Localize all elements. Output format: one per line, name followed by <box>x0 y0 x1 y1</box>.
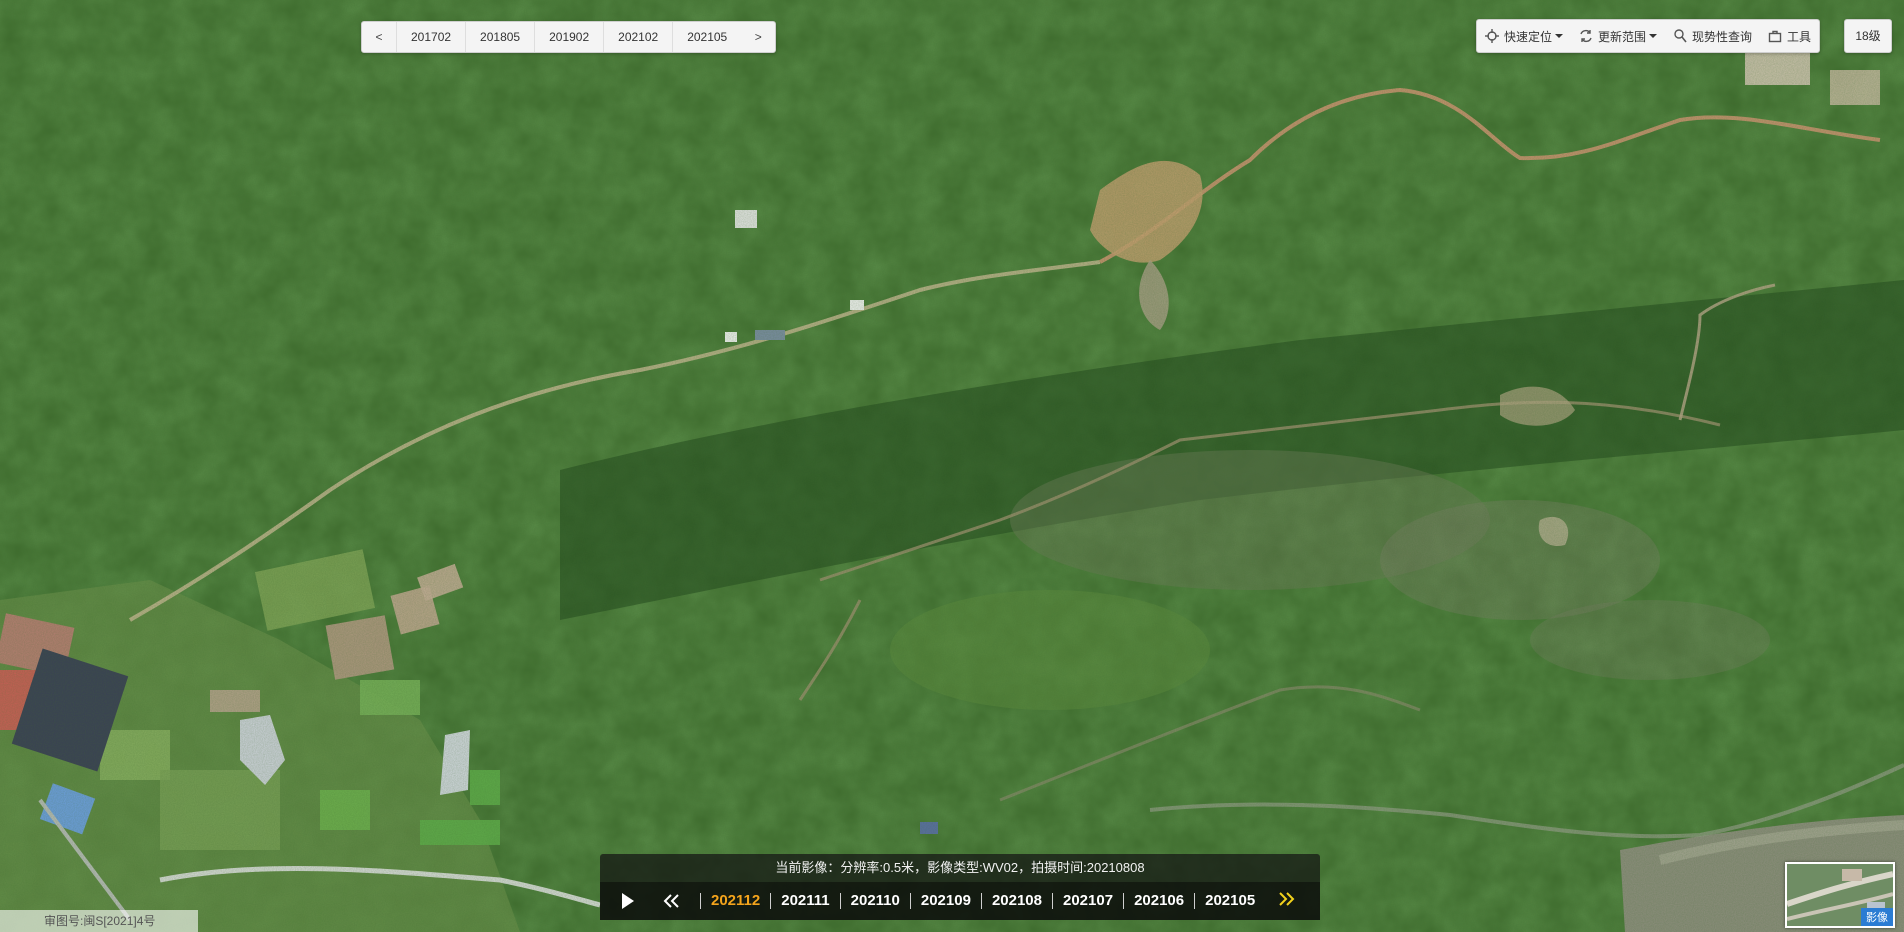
timeline-list: 202112 202111 202110 202109 202108 20210… <box>700 893 1260 909</box>
layer-switch-minimap[interactable]: 影像 <box>1785 862 1895 928</box>
historical-date-bar: < 201702 201805 201902 202102 202105 > <box>361 21 777 53</box>
update-range-label: 更新范围 <box>1598 29 1647 44</box>
image-timeline: 202112 202111 202110 202109 202108 20210… <box>600 882 1320 920</box>
timeline-item-active[interactable]: 202112 <box>700 893 770 909</box>
date-item[interactable]: 202102 <box>603 22 672 52</box>
refresh-icon <box>1580 29 1592 43</box>
chevron-down-icon <box>1649 34 1658 38</box>
timeline-item[interactable]: 202108 <box>980 893 1052 909</box>
minimap-label: 影像 <box>1861 908 1893 926</box>
zoom-level-badge: 18级 <box>1844 19 1892 53</box>
double-chevron-right-icon[interactable] <box>1274 891 1298 907</box>
chevron-down-icon <box>1555 34 1564 38</box>
date-next-button[interactable]: > <box>741 30 775 44</box>
play-icon[interactable] <box>618 892 638 910</box>
tools-label: 工具 <box>1787 29 1812 44</box>
date-prev-button[interactable]: < <box>362 30 396 44</box>
timeline-item[interactable]: 202110 <box>839 893 910 909</box>
date-item[interactable]: 201902 <box>534 22 603 52</box>
map-approval-number: 审图号:闽S[2021]4号 <box>0 910 198 932</box>
timeline-item[interactable]: 202105 <box>1194 893 1260 909</box>
current-query-label: 现势性查询 <box>1692 29 1753 44</box>
date-item[interactable]: 201702 <box>396 22 465 52</box>
tools-button[interactable]: 工具 <box>1760 20 1819 52</box>
timeline-item[interactable]: 202106 <box>1123 893 1194 909</box>
quick-locate-label: 快速定位 <box>1504 29 1553 44</box>
date-item[interactable]: 202105 <box>672 22 741 52</box>
update-range-button[interactable]: 更新范围 <box>1571 20 1665 52</box>
map-toolbar: 快速定位 更新范围 现势性查询 工具 <box>1476 19 1820 53</box>
timeline-item[interactable]: 202107 <box>1052 893 1123 909</box>
date-item[interactable]: 201805 <box>465 22 534 52</box>
toolbox-icon <box>1768 30 1782 43</box>
current-image-info: 当前影像：分辨率:0.5米，影像类型:WV02，拍摄时间:20210808 <box>600 854 1320 882</box>
quick-locate-button[interactable]: 快速定位 <box>1477 20 1571 52</box>
crosshair-icon <box>1485 29 1499 43</box>
satellite-map[interactable] <box>0 0 1904 932</box>
timeline-item[interactable]: 202109 <box>909 893 981 909</box>
current-query-button[interactable]: 现势性查询 <box>1665 20 1760 52</box>
timeline-item[interactable]: 202111 <box>770 893 839 909</box>
satellite-imagery <box>0 0 1904 932</box>
double-chevron-left-icon[interactable] <box>660 893 684 909</box>
search-person-icon <box>1674 29 1687 43</box>
